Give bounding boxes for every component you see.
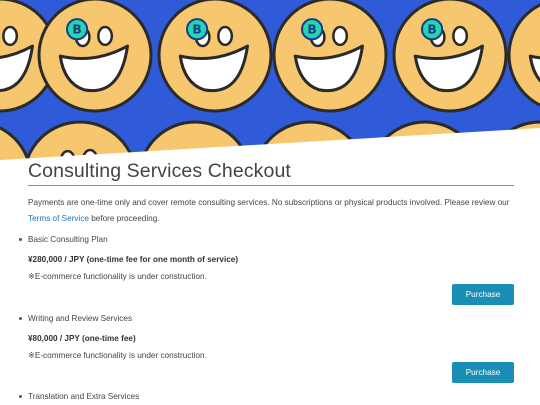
title-divider — [28, 185, 514, 186]
terms-of-service-link[interactable]: Terms of Service — [28, 214, 89, 223]
smiley-pattern-illustration: BBBB — [0, 0, 540, 160]
smiley-face-icon: B — [37, 0, 153, 113]
purchase-button-writing-review[interactable]: Purchase — [452, 362, 514, 383]
svg-text:B: B — [307, 22, 316, 36]
purchase-button-basic-consulting[interactable]: Purchase — [452, 284, 514, 305]
plan-price: ¥80,000 / JPY (one-time fee) — [28, 334, 136, 343]
intro-suffix: before proceeding. — [88, 214, 160, 223]
bullet-icon — [19, 238, 22, 241]
intro-paragraph: Payments are one-time only and cover rem… — [28, 195, 512, 227]
plan-note: ※E-commerce functionality is under const… — [28, 351, 207, 360]
plan-name: Writing and Review Services — [28, 314, 133, 323]
svg-text:B: B — [192, 22, 201, 36]
intro-text: Payments are one-time only and cover rem… — [28, 198, 510, 207]
hero-banner: BBBB — [0, 0, 540, 160]
smiley-face-icon: B — [392, 0, 508, 113]
plan-note: ※E-commerce functionality is under const… — [28, 272, 207, 281]
plan-name: Basic Consulting Plan — [28, 235, 108, 244]
page-title: Consulting Services Checkout — [28, 160, 291, 182]
plan-price: ¥280,000 / JPY (one-time fee for one mon… — [28, 255, 239, 264]
bullet-icon — [19, 317, 22, 320]
svg-text:B: B — [72, 22, 81, 36]
plan-name: Translation and Extra Services — [28, 392, 140, 401]
smiley-face-icon: B — [157, 0, 273, 113]
bullet-icon — [19, 395, 22, 398]
svg-text:B: B — [427, 22, 436, 36]
smiley-face-icon: B — [272, 0, 388, 113]
